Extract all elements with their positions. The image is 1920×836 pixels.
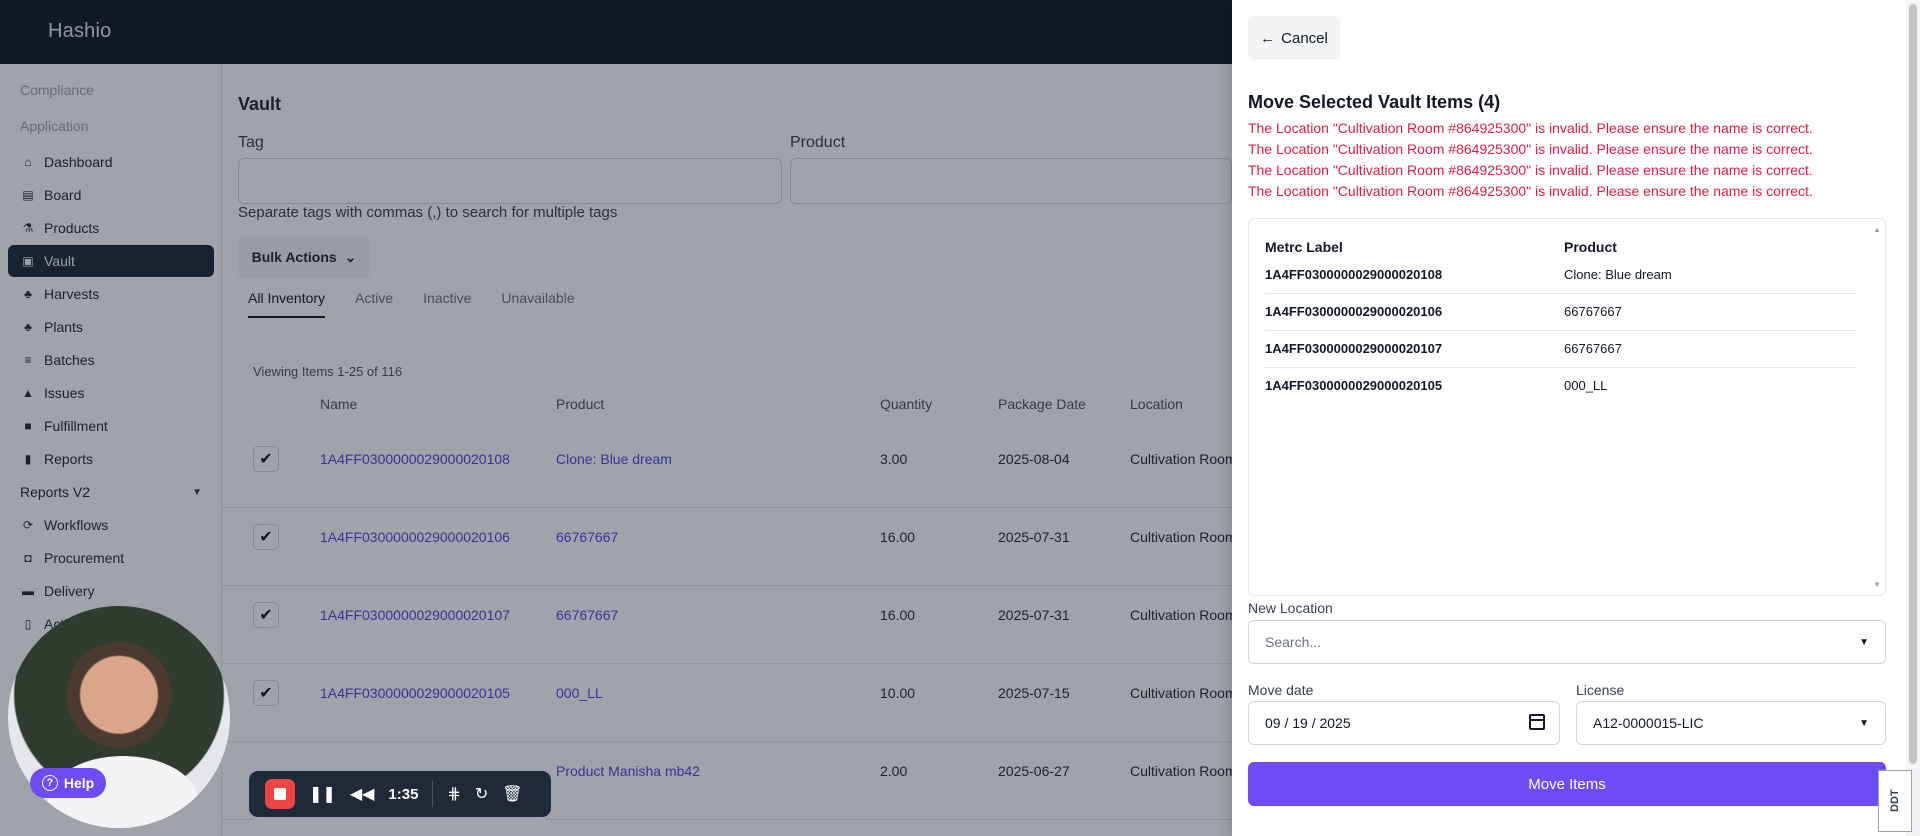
caret-down-icon: ▼ [1859,637,1869,648]
watermark-badge: DDT [1878,770,1912,832]
table-row: 1A4FF0300000029000020108 Clone: Blue dre… [1265,257,1857,294]
item-product: 66767667 [1564,341,1622,356]
divider [432,781,434,807]
move-items-button[interactable]: Move Items [1248,762,1886,806]
restart-icon[interactable]: ↻ [475,784,488,804]
selected-items-table[interactable]: Metrc Label Product 1A4FF030000002900002… [1248,218,1886,596]
table-row: 1A4FF0300000029000020106 66767667 [1265,294,1857,331]
help-button[interactable]: ? Help [30,768,106,798]
item-product: Clone: Blue dream [1564,267,1672,282]
license-select[interactable]: A12-0000015-LIC ▼ [1576,701,1886,745]
drawer-title: Move Selected Vault Items (4) [1248,92,1501,112]
recording-controls: ❚❚ ◀◀ 1:35 ⋕ ↻ 🗑 [246,768,554,820]
arrow-left-icon: ← [1260,29,1276,47]
scrollbar-thumb[interactable] [1909,4,1917,764]
cancel-button[interactable]: ← Cancel [1248,16,1340,60]
help-label: Help [63,775,95,791]
column-header-metrc-label: Metrc Label [1265,239,1343,255]
error-message: The Location "Cultivation Room #86492530… [1248,120,1813,136]
scroll-up-icon[interactable]: ▲ [1873,225,1881,234]
license-value: A12-0000015-LIC [1593,715,1704,731]
question-icon: ? [41,775,58,791]
scroll-down-icon[interactable]: ▼ [1873,580,1881,589]
page-scrollbar[interactable] [1906,0,1920,836]
recording-timer: 1:35 [388,785,419,803]
grid-icon[interactable]: ⋕ [447,784,460,804]
metrc-label: 1A4FF0300000029000020108 [1265,267,1443,282]
new-location-select[interactable]: Search... ▼ [1248,620,1886,664]
license-label: License [1576,682,1625,698]
item-product: 000_LL [1564,378,1608,393]
table-row: 1A4FF0300000029000020105 000_LL [1265,368,1857,405]
cancel-label: Cancel [1281,29,1328,47]
rewind-icon[interactable]: ◀◀ [350,784,375,804]
new-location-placeholder: Search... [1265,634,1322,650]
stop-recording-button[interactable] [265,779,295,809]
metrc-label: 1A4FF0300000029000020106 [1265,304,1443,319]
move-date-value: 09 / 19 / 2025 [1265,715,1351,731]
move-date-input[interactable]: 09 / 19 / 2025 [1248,701,1560,745]
error-message: The Location "Cultivation Room #86492530… [1248,162,1813,178]
move-items-drawer: ← Cancel Move Selected Vault Items (4) T… [1232,0,1920,836]
metrc-label: 1A4FF0300000029000020107 [1265,341,1443,356]
metrc-label: 1A4FF0300000029000020105 [1265,378,1443,393]
caret-down-icon: ▼ [1859,718,1869,729]
calendar-icon[interactable] [1529,714,1545,730]
move-date-label: Move date [1248,682,1314,698]
pause-icon[interactable]: ❚❚ [309,784,336,804]
column-header-product: Product [1564,239,1617,255]
item-product: 66767667 [1564,304,1622,319]
new-location-label: New Location [1248,600,1333,616]
trash-icon[interactable]: 🗑 [502,784,522,804]
error-message: The Location "Cultivation Room #86492530… [1248,141,1813,157]
table-row: 1A4FF0300000029000020107 66767667 [1265,331,1857,368]
error-message: The Location "Cultivation Room #86492530… [1248,183,1813,199]
